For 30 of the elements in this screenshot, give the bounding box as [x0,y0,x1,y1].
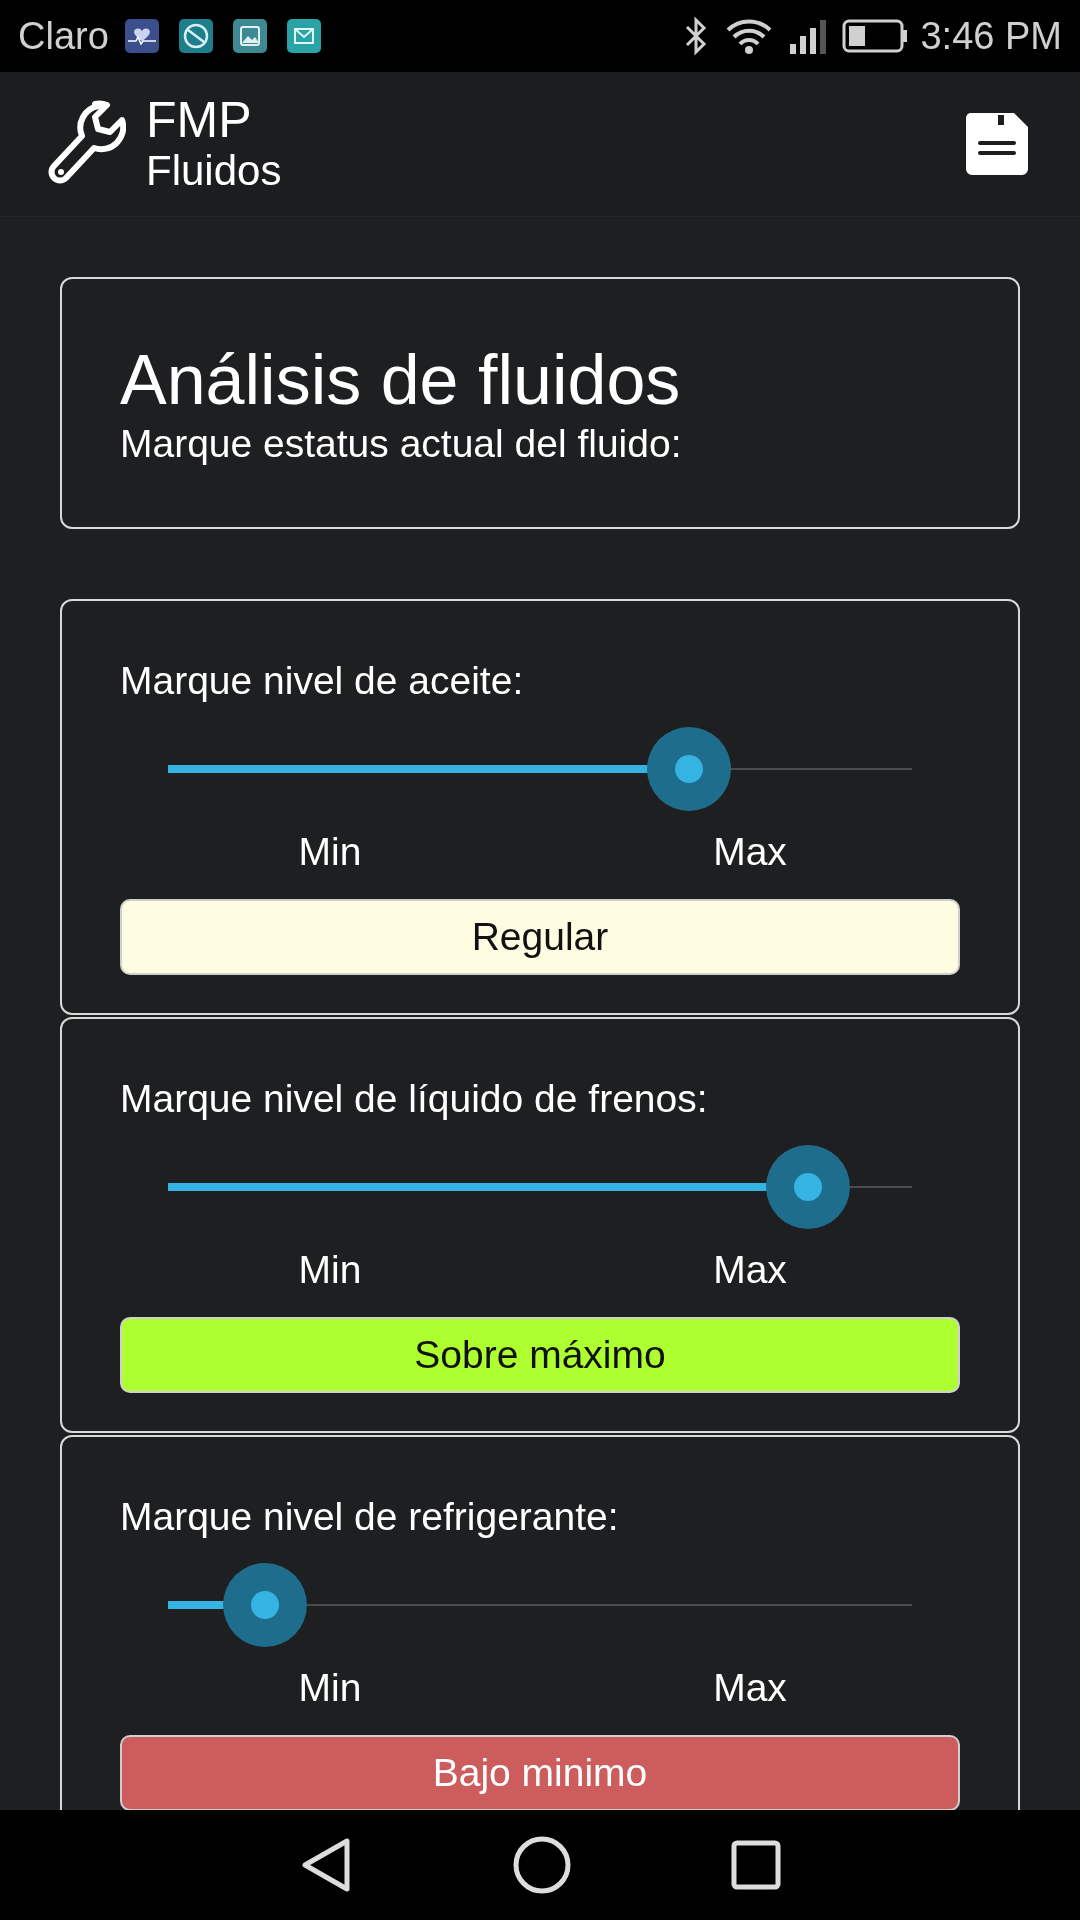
level-slider[interactable] [168,1145,912,1229]
clock-time: 3:46 PM [920,14,1062,58]
heart-monitor-icon [124,19,159,53]
app-icon [178,19,213,53]
app-title: FMP [146,93,253,147]
status-button[interactable]: Bajo minimo [120,1735,960,1810]
max-label: Max [713,829,787,875]
min-label: Min [298,1665,362,1711]
home-icon[interactable] [513,1836,571,1894]
fluid-label: Marque nivel de líquido de frenos: [120,1076,708,1122]
status-button[interactable]: Sobre máximo [120,1317,960,1393]
battery-icon [842,18,909,54]
level-slider[interactable] [168,1563,912,1647]
app-subtitle: Fluidos [146,147,282,195]
min-label: Min [298,829,362,875]
max-label: Max [713,1247,787,1293]
section-title: Análisis de fluidos [120,341,682,419]
back-icon[interactable] [299,1837,353,1893]
image-icon [232,19,267,53]
max-label: Max [713,1665,787,1711]
carrier-name: Claro [18,14,109,58]
fluid-label: Marque nivel de aceite: [120,658,524,704]
fluid-label: Marque nivel de refrigerante: [120,1494,619,1540]
save-icon[interactable] [964,111,1030,177]
recents-icon[interactable] [731,1840,781,1890]
level-slider[interactable] [168,727,912,811]
status-button[interactable]: Regular [120,899,960,975]
instruction-text: Marque estatus actual del fluido: [120,421,683,467]
min-label: Min [298,1247,362,1293]
mail-icon [286,19,321,53]
